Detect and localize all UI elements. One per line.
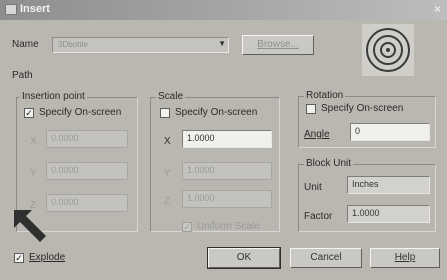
rotation-title: Rotation bbox=[304, 90, 346, 101]
browse-button[interactable]: Browse... bbox=[242, 35, 314, 55]
scale-title: Scale bbox=[156, 91, 186, 102]
factor-field: 1.0000 bbox=[347, 205, 430, 223]
explode-checkbox[interactable]: ✓ bbox=[14, 253, 24, 263]
block-preview-icon bbox=[362, 24, 414, 76]
insertion-specify-checkbox[interactable]: ✓ bbox=[24, 108, 34, 118]
ok-button[interactable]: OK bbox=[207, 247, 281, 269]
scale-y-label: Y bbox=[164, 168, 171, 179]
block-unit-title: Block Unit bbox=[304, 158, 354, 169]
insertion-x-label: X bbox=[30, 136, 37, 147]
cancel-button[interactable]: Cancel bbox=[290, 248, 362, 268]
angle-field[interactable]: 0 bbox=[350, 123, 430, 141]
name-label: Name bbox=[12, 39, 39, 50]
help-label: Help bbox=[394, 252, 416, 263]
scale-z-field[interactable]: 1.0000 bbox=[182, 190, 272, 208]
window-icon bbox=[5, 4, 17, 15]
insertion-specify-label: Specify On-screen bbox=[39, 107, 122, 118]
insertion-y-label: Y bbox=[30, 168, 37, 179]
close-icon[interactable]: × bbox=[434, 2, 441, 16]
scale-specify-checkbox[interactable] bbox=[160, 108, 170, 118]
rotation-specify-label: Specify On-screen bbox=[321, 103, 404, 114]
unit-field: Inches bbox=[347, 176, 430, 194]
scale-specify-label: Specify On-screen bbox=[175, 107, 258, 118]
insertion-z-field[interactable]: 0.0000 bbox=[46, 194, 128, 212]
browse-label: Browse... bbox=[257, 39, 299, 50]
scale-y-field[interactable]: 1.0000 bbox=[182, 162, 272, 180]
window-title: Insert bbox=[20, 3, 50, 15]
unit-label: Unit bbox=[304, 182, 322, 193]
rotation-specify-checkbox[interactable] bbox=[306, 104, 316, 114]
name-combo[interactable]: 3Dbottle ▼ bbox=[52, 37, 229, 53]
factor-label: Factor bbox=[304, 211, 333, 222]
scale-x-label: X bbox=[164, 136, 171, 147]
chevron-down-icon[interactable]: ▼ bbox=[218, 39, 226, 48]
insertion-point-title: Insertion point bbox=[20, 91, 87, 102]
help-button[interactable]: Help bbox=[370, 248, 440, 268]
title-bar: Insert × bbox=[0, 0, 447, 20]
scale-z-label: Z bbox=[164, 196, 171, 207]
insertion-y-field[interactable]: 0.0000 bbox=[46, 162, 128, 180]
scale-x-field[interactable]: 1.0000 bbox=[182, 130, 272, 148]
arrow-pointer-icon bbox=[14, 210, 46, 242]
uniform-scale-label: Uniform Scale bbox=[197, 221, 260, 232]
path-label: Path bbox=[12, 70, 33, 81]
insertion-x-field[interactable]: 0.0000 bbox=[46, 130, 128, 148]
name-combo-value: 3Dbottle bbox=[58, 40, 88, 49]
explode-label: Explode bbox=[29, 252, 66, 263]
angle-label: Angle bbox=[304, 129, 330, 140]
uniform-scale-checkbox[interactable]: ✓ bbox=[182, 222, 192, 232]
